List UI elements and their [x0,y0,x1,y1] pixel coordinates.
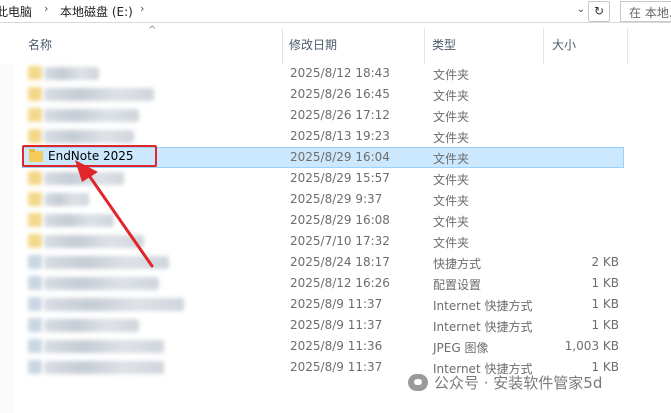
search-placeholder: 在 本地... [629,6,671,20]
column-header-date[interactable]: 修改日期 [289,36,337,53]
file-date: 2025/8/9 11:37 [290,318,383,332]
file-size: 1 KB [591,297,619,311]
blurred-file-icon [28,129,42,143]
blurred-file-name [44,340,164,353]
blurred-file-name [44,277,159,290]
annotation-highlight-box [22,145,157,167]
file-row[interactable]: 2025/8/26 16:45 文件夹 [0,84,671,105]
address-bar[interactable]: 此电脑 › 本地磁盘 (E:) › ⌄ ↻ 在 本地... [0,0,671,23]
blurred-file-icon [28,171,42,185]
file-row[interactable]: 2025/8/24 18:17 快捷方式 2 KB [0,252,671,273]
file-type: 文件夹 [433,152,470,166]
file-type: 配置设置 [433,278,482,292]
wechat-logo-icon [408,374,428,391]
watermark-text: 公众号 · 安装软件管家5d [434,374,603,392]
refresh-button[interactable]: ↻ [588,1,610,22]
file-size: 2 KB [591,255,619,269]
breadcrumb-local-disk-e[interactable]: 本地磁盘 (E:) [60,3,133,20]
file-date: 2025/8/13 19:23 [290,129,390,143]
file-type: 快捷方式 [433,257,482,271]
file-row[interactable]: 2025/8/29 16:08 文件夹 [0,210,671,231]
breadcrumb-separator-icon[interactable]: › [44,2,48,15]
blurred-file-name [44,256,169,269]
file-type: 文件夹 [433,173,470,187]
file-date: 2025/8/12 16:26 [290,276,390,290]
column-divider[interactable] [282,28,283,64]
file-type: Internet 快捷方式 [433,299,533,313]
blurred-file-name [44,319,139,332]
file-date: 2025/8/29 9:37 [290,192,383,206]
file-date: 2025/8/26 17:12 [290,108,390,122]
blurred-file-name [44,67,99,80]
file-size: 1,003 KB [564,339,619,353]
file-type: 文件夹 [433,194,470,208]
blurred-file-icon [28,297,42,311]
file-date: 2025/8/29 16:04 [290,150,390,164]
file-date: 2025/8/24 18:17 [290,255,390,269]
search-input[interactable]: 在 本地... [620,1,671,22]
file-date: 2025/8/26 16:45 [290,87,390,101]
file-row[interactable]: 2025/8/9 11:36 JPEG 图像 1,003 KB [0,336,671,357]
breadcrumb[interactable]: 此电脑 › 本地磁盘 (E:) › [0,0,583,21]
file-row[interactable]: 2025/8/26 17:12 文件夹 [0,105,671,126]
column-header-name[interactable]: 名称 [28,36,52,53]
breadcrumb-this-pc[interactable]: 此电脑 [0,3,32,20]
blurred-file-icon [28,360,42,374]
blurred-file-name [44,109,139,122]
blurred-file-name [44,361,164,374]
file-size: 1 KB [591,318,619,332]
chevron-down-icon[interactable]: ⌄ [574,2,588,18]
file-date: 2025/8/29 15:57 [290,171,390,185]
refresh-icon: ↻ [593,4,605,18]
blurred-file-name [44,214,114,227]
file-type: JPEG 图像 [433,341,489,355]
file-row[interactable]: 2025/8/12 16:26 配置设置 1 KB [0,273,671,294]
file-type: 文件夹 [433,89,470,103]
file-type: 文件夹 [433,215,470,229]
file-type: Internet 快捷方式 [433,320,533,334]
column-header-size[interactable]: 大小 [552,36,576,53]
file-type: 文件夹 [433,131,470,145]
file-row[interactable]: 2025/8/29 15:57 文件夹 [0,168,671,189]
column-divider[interactable] [424,28,425,64]
file-row[interactable]: 2025/8/29 9:37 文件夹 [0,189,671,210]
blurred-file-icon [28,108,42,122]
column-header-row: ^ 名称 修改日期 类型 大小 [0,22,671,64]
file-type: 文件夹 [433,236,470,250]
blurred-file-icon [28,213,42,227]
blurred-file-icon [28,318,42,332]
column-header-type[interactable]: 类型 [432,36,456,53]
blurred-file-icon [28,339,42,353]
file-row[interactable]: 2025/7/10 17:32 文件夹 [0,231,671,252]
file-date: 2025/8/9 11:37 [290,297,383,311]
blurred-file-icon [28,192,42,206]
file-date: 2025/8/12 18:43 [290,66,390,80]
file-row[interactable]: 2025/8/12 18:43 文件夹 [0,63,671,84]
file-row[interactable]: 2025/8/9 11:37 Internet 快捷方式 1 KB [0,315,671,336]
file-size: 1 KB [591,276,619,290]
file-date: 2025/8/29 16:08 [290,213,390,227]
breadcrumb-separator-icon[interactable]: › [140,2,144,15]
file-date: 2025/7/10 17:32 [290,234,390,248]
file-date: 2025/8/9 11:37 [290,360,383,374]
blurred-file-icon [28,276,42,290]
blurred-file-name [44,130,134,143]
column-divider[interactable] [627,28,628,64]
file-type: 文件夹 [433,110,470,124]
blurred-file-name [44,235,144,248]
file-date: 2025/8/9 11:36 [290,339,383,353]
blurred-file-name [44,193,89,206]
column-divider[interactable] [543,28,544,64]
file-row[interactable]: 2025/8/13 19:23 文件夹 [0,126,671,147]
blurred-file-icon [28,87,42,101]
blurred-file-name [44,88,154,101]
blurred-file-icon [28,255,42,269]
blurred-file-icon [28,234,42,248]
file-row[interactable]: 2025/8/9 11:37 Internet 快捷方式 1 KB [0,294,671,315]
file-type: 文件夹 [433,68,470,82]
sort-up-icon: ^ [148,25,157,36]
blurred-file-name [44,172,124,185]
blurred-file-icon [28,66,42,80]
blurred-file-name [44,298,184,311]
